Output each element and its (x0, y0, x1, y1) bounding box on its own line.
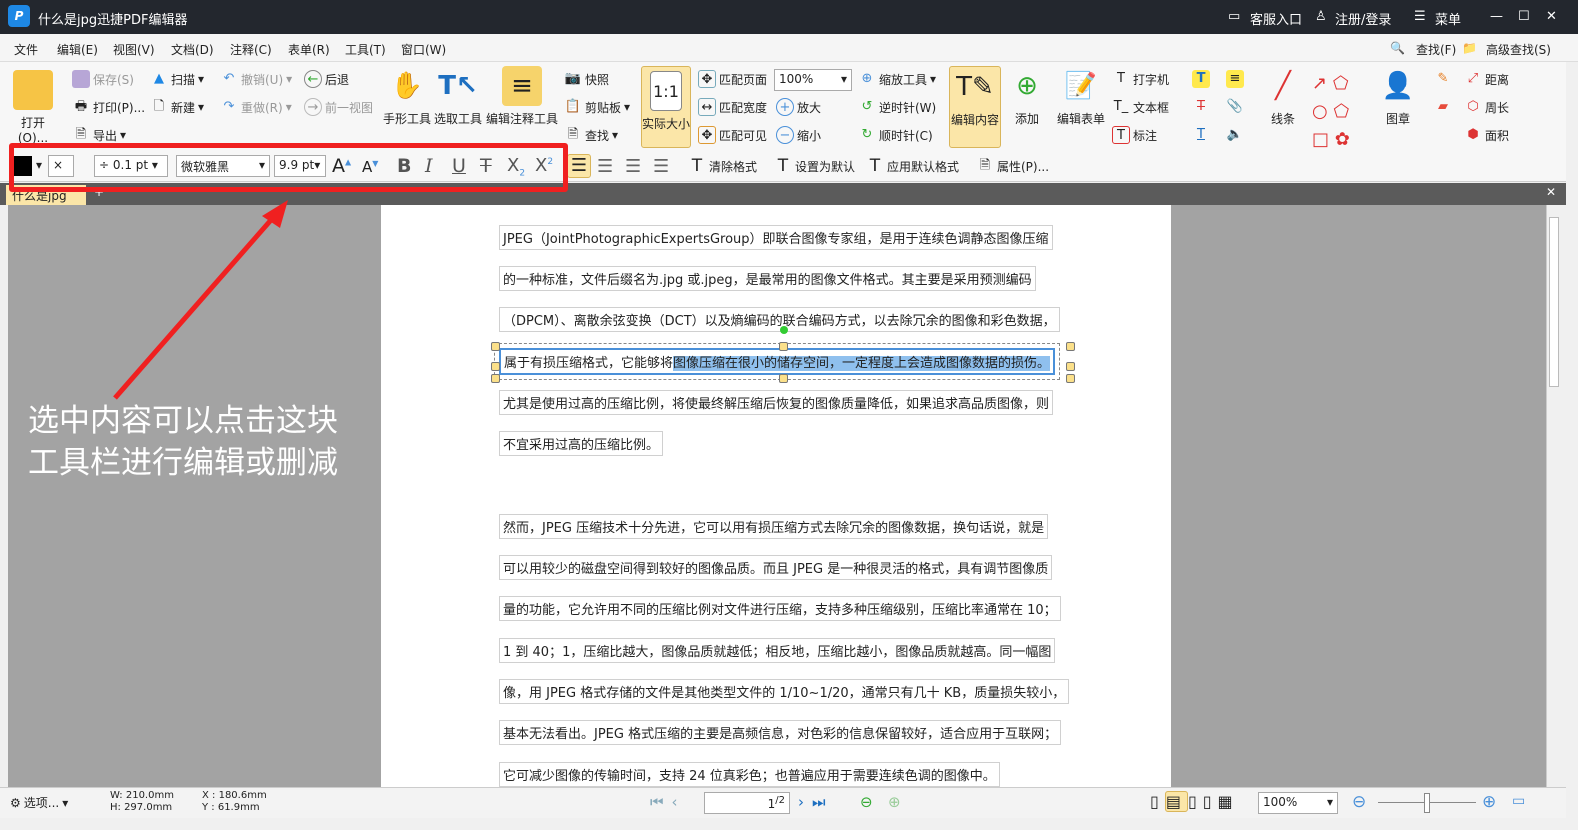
status-zoom-select[interactable]: 100% ▾ (1258, 792, 1338, 814)
width-value: W: 210.0mm (110, 790, 174, 801)
prev-page-icon[interactable]: ‹ (672, 793, 686, 811)
page-nav-next-last[interactable]: ›⏭ (798, 793, 834, 811)
continuous-facing-icon[interactable]: ▦ (1218, 792, 1239, 811)
note-line-1: 选中内容可以点击这块 (28, 403, 338, 439)
page-nav-first-prev[interactable]: ⏮‹ (650, 793, 686, 811)
back-view-icon[interactable]: ⊖ (860, 793, 873, 811)
note-line-2: 工具栏进行编辑或删减 (28, 445, 338, 481)
last-page-icon[interactable]: ⏭ (812, 793, 834, 811)
cursor-position-readout: X : 180.6mm Y : 61.9mm (202, 790, 267, 814)
annotation-note: 选中内容可以点击这块 工具栏进行编辑或删减 (28, 400, 338, 484)
arrow-line (113, 210, 280, 400)
total-pages: /2 (775, 795, 785, 806)
zoom-out-icon[interactable]: ⊖ (1352, 792, 1366, 812)
forward-view-icon[interactable]: ⊕ (888, 793, 901, 811)
status-bar: ⚙ 选项... ▾ W: 210.0mm H: 297.0mm X : 180.6m… (0, 787, 1566, 818)
first-page-icon[interactable]: ⏮ (650, 793, 672, 811)
height-value: H: 297.0mm (110, 802, 173, 813)
zoom-in-icon[interactable]: ⊕ (1482, 792, 1496, 812)
single-page-icon[interactable]: ▯ (1150, 792, 1165, 811)
y-value: Y : 61.9mm (202, 802, 260, 813)
page-layout-buttons[interactable]: ▯▤▯▯▦ (1150, 791, 1239, 812)
options-button[interactable]: ⚙ 选项... ▾ (10, 794, 68, 811)
status-zoom-value: 100% (1263, 795, 1298, 809)
page-size-readout: W: 210.0mm H: 297.0mm (110, 790, 174, 814)
x-value: X : 180.6mm (202, 790, 267, 801)
fullscreen-icon[interactable]: ▭ (1512, 793, 1525, 809)
facing-page-icon[interactable]: ▯▯ (1188, 792, 1218, 811)
zoom-slider-thumb[interactable] (1424, 793, 1430, 813)
next-page-icon[interactable]: › (798, 793, 812, 811)
page-number-input[interactable]: 1/2 (704, 792, 790, 814)
continuous-page-icon[interactable]: ▤ (1164, 791, 1188, 812)
options-label: 选项... (23, 796, 60, 810)
gear-icon: ⚙ (10, 795, 21, 810)
